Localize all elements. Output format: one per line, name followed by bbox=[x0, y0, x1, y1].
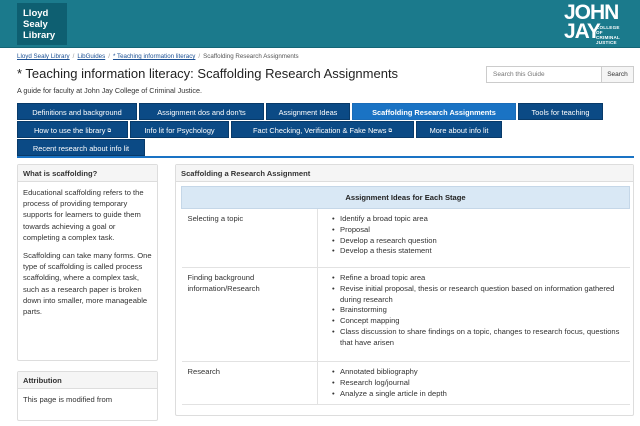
external-link-icon: ⧉ bbox=[107, 128, 112, 134]
logo-line-3: Library bbox=[23, 30, 56, 41]
logo-jay: JAY bbox=[564, 20, 601, 43]
tab-how-to-use-library[interactable]: How to use the library ⧉ bbox=[17, 121, 128, 138]
search-button[interactable]: Search bbox=[601, 66, 634, 83]
stage-cell: Selecting a topic bbox=[181, 208, 318, 268]
stage-cell: Finding background information/Research bbox=[181, 267, 318, 362]
logo-line-2: Sealy bbox=[23, 19, 48, 30]
tab-label: Definitions and background bbox=[32, 108, 122, 117]
panel-paragraph: Educational scaffolding refers to the pr… bbox=[23, 188, 144, 242]
lloyd-sealy-library-logo[interactable]: Lloyd Sealy Library bbox=[17, 3, 67, 45]
table-row: Research Annotated bibliography Research… bbox=[181, 361, 630, 406]
breadcrumb-libguides[interactable]: LibGuides bbox=[77, 53, 105, 60]
panel-body: Educational scaffolding refers to the pr… bbox=[18, 182, 157, 329]
tab-label: Fact Checking, Verification & Fake News bbox=[252, 126, 387, 135]
tab-label: Info lit for Psychology bbox=[144, 126, 215, 135]
logo-subtext: COLLEGE OF CRIMINAL JUSTICE bbox=[596, 25, 620, 45]
tab-label: Recent research about info lit bbox=[32, 144, 130, 153]
stage-cell: Research bbox=[181, 361, 318, 406]
attribution-panel: Attribution This page is modified from bbox=[17, 371, 158, 421]
tab-assignment-ideas[interactable]: Assignment Ideas bbox=[266, 103, 350, 120]
list-item: Refine a broad topic area bbox=[332, 273, 624, 284]
tab-more-about-info-lit[interactable]: More about info lit bbox=[416, 121, 502, 138]
breadcrumb-current: Scaffolding Research Assignments bbox=[203, 53, 299, 60]
table-header: Assignment Ideas for Each Stage bbox=[181, 186, 630, 209]
breadcrumb-library[interactable]: Lloyd Sealy Library bbox=[17, 53, 70, 60]
tab-label: Assignment Ideas bbox=[278, 108, 338, 117]
table-row: Finding background information/Research … bbox=[181, 267, 630, 362]
list-item: Identify a broad topic area bbox=[332, 214, 624, 225]
tab-scaffolding[interactable]: Scaffolding Research Assignments bbox=[352, 103, 516, 120]
tab-label: Tools for teaching bbox=[531, 108, 590, 117]
breadcrumb-separator: / bbox=[72, 53, 75, 60]
list-item: Class discussion to share findings on a … bbox=[332, 327, 624, 349]
scaffolding-assignment-panel: Scaffolding a Research Assignment Assign… bbox=[175, 164, 634, 416]
tab-label: More about info lit bbox=[429, 126, 489, 135]
panel-title: Attribution bbox=[18, 372, 157, 389]
list-item: Develop a thesis statement bbox=[332, 246, 624, 257]
breadcrumb-separator: / bbox=[198, 53, 201, 60]
panel-paragraph: Scaffolding can take many forms. One typ… bbox=[23, 251, 152, 317]
list-item: Concept mapping bbox=[332, 316, 624, 327]
breadcrumb: Lloyd Sealy Library / LibGuides / * Teaching… bbox=[17, 53, 299, 60]
tab-info-lit-psychology[interactable]: Info lit for Psychology bbox=[130, 121, 229, 138]
ideas-table-wrap: Assignment Ideas for Each Stage Selectin… bbox=[181, 186, 630, 426]
list-item: Revise initial proposal, thesis or resea… bbox=[332, 284, 624, 306]
tab-definitions[interactable]: Definitions and background bbox=[17, 103, 137, 120]
external-link-icon: ⧉ bbox=[388, 128, 393, 134]
tab-divider bbox=[17, 156, 634, 158]
table-row: Selecting a topic Identify a broad topic… bbox=[181, 208, 630, 268]
logo-line-1: Lloyd bbox=[23, 8, 49, 19]
list-item: Analyze a single article in depth bbox=[332, 389, 624, 400]
what-is-scaffolding-panel: What is scaffolding? Educational scaffol… bbox=[17, 164, 158, 361]
list-item: Research log/journal bbox=[332, 378, 624, 389]
list-item: Proposal bbox=[332, 225, 624, 236]
assignment-ideas-table: Assignment Ideas for Each Stage Selectin… bbox=[181, 186, 630, 406]
ideas-cell: Annotated bibliography Research log/jour… bbox=[317, 361, 630, 406]
list-item: Brainstorming bbox=[332, 305, 624, 316]
tab-tools-for-teaching[interactable]: Tools for teaching bbox=[518, 103, 603, 120]
breadcrumb-guide[interactable]: * Teaching information literacy bbox=[113, 53, 195, 60]
panel-title: What is scaffolding? bbox=[18, 165, 157, 182]
list-item: Annotated bibliography bbox=[332, 367, 624, 378]
tab-label: Scaffolding Research Assignments bbox=[372, 108, 496, 117]
ideas-cell: Refine a broad topic area Revise initial… bbox=[317, 267, 630, 362]
page-title: * Teaching information literacy: Scaffol… bbox=[17, 66, 399, 81]
page-subtitle: A guide for faculty at John Jay College … bbox=[17, 86, 202, 95]
ideas-cell: Identify a broad topic area Proposal Dev… bbox=[317, 208, 630, 268]
john-jay-logo[interactable]: JOHN JAY COLLEGE OF CRIMINAL JUSTICE bbox=[564, 2, 628, 45]
search-input[interactable] bbox=[486, 66, 601, 83]
site-banner: Lloyd Sealy Library JOHN JAY COLLEGE OF … bbox=[0, 0, 640, 48]
tab-label: How to use the library bbox=[33, 126, 106, 135]
logo-sub-4: JUSTICE bbox=[596, 40, 617, 45]
tab-label: Assignment dos and don'ts bbox=[157, 108, 246, 117]
tab-fact-checking[interactable]: Fact Checking, Verification & Fake News ⧉ bbox=[231, 121, 414, 138]
list-item: Develop a research question bbox=[332, 236, 624, 247]
tab-recent-research[interactable]: Recent research about info lit bbox=[17, 139, 145, 156]
tab-assignment-dos[interactable]: Assignment dos and don'ts bbox=[139, 103, 264, 120]
breadcrumb-separator: / bbox=[108, 53, 110, 60]
panel-body: This page is modified from bbox=[23, 395, 113, 404]
panel-title: Scaffolding a Research Assignment bbox=[176, 165, 633, 182]
